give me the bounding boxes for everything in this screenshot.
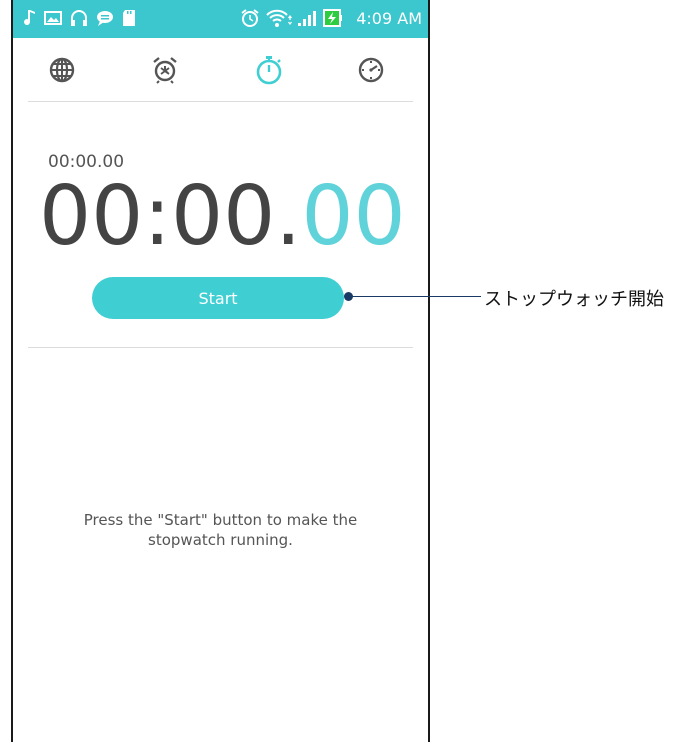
image-icon <box>43 8 63 32</box>
signal-icon <box>297 8 319 32</box>
alarm-clock-icon <box>150 55 180 89</box>
globe-icon <box>48 56 76 88</box>
stopwatch-icon <box>254 54 284 90</box>
alarm-icon <box>240 8 260 32</box>
tab-timer[interactable] <box>351 52 391 92</box>
content-divider <box>28 347 413 348</box>
tab-world-clock[interactable] <box>42 52 82 92</box>
wifi-icon <box>265 8 293 32</box>
tab-stopwatch[interactable] <box>249 52 289 92</box>
main-time-digits: 00:00. <box>39 169 302 264</box>
status-time: 4:09 AM <box>356 9 422 28</box>
tab-alarm[interactable] <box>145 52 185 92</box>
music-note-icon <box>21 8 37 32</box>
main-time: 00:00.00 <box>39 172 406 262</box>
hundredths-digits: 00 <box>301 169 406 264</box>
chat-icon <box>95 8 115 32</box>
callout-label: ストップウォッチ開始 <box>484 289 664 310</box>
headphones-icon <box>69 8 89 32</box>
timer-icon <box>356 55 386 89</box>
tab-bar <box>13 38 428 102</box>
start-button[interactable]: Start <box>92 277 344 319</box>
phone-screen: 4:09 AM 00:00.00 00:00.00 Start Press th… <box>11 0 430 742</box>
callout-line <box>349 296 481 297</box>
sd-card-icon <box>121 8 137 32</box>
tab-divider <box>28 101 413 102</box>
hint-text: Press the "Start" button to make the stop… <box>83 511 358 549</box>
status-bar: 4:09 AM <box>13 0 428 38</box>
battery-charging-icon <box>323 8 343 32</box>
